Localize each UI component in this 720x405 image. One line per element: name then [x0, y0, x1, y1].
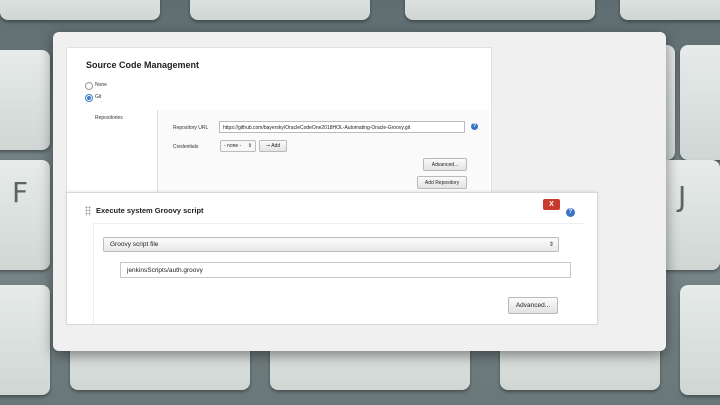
radio-git-label: Git	[95, 94, 102, 100]
key-icon: ⊸	[265, 143, 271, 149]
credentials-select[interactable]: - none - ⇕	[220, 140, 256, 152]
keyboard-key	[405, 0, 595, 20]
credentials-label: Credentials	[173, 144, 199, 150]
credentials-value: - none -	[224, 143, 242, 149]
keyboard-key	[190, 0, 370, 20]
select-arrow-icon: ⇕	[548, 242, 554, 248]
keyboard-key	[0, 0, 160, 20]
keyboard-key	[680, 285, 720, 395]
scm-panel: Source Code Management None Git Reposito…	[66, 47, 492, 193]
groovy-source-select[interactable]: Groovy script file ⇕	[103, 237, 559, 252]
groovy-step-title: Execute system Groovy script	[96, 206, 204, 215]
repo-url-label: Repository URL	[173, 125, 209, 131]
repositories-label: Repositories	[95, 115, 123, 121]
groovy-source-value: Groovy script file	[110, 241, 159, 248]
add-repository-button[interactable]: Add Repository	[417, 176, 467, 189]
drag-handle-icon[interactable]	[85, 206, 91, 216]
radio-none-label: None	[95, 82, 107, 88]
scm-title: Source Code Management	[86, 60, 200, 70]
repo-url-input[interactable]: https://github.com/bayersky/OracleCodeOn…	[219, 121, 465, 133]
help-icon[interactable]: ?	[471, 123, 478, 130]
radio-none[interactable]	[85, 82, 93, 90]
delete-step-button[interactable]: X	[543, 199, 560, 210]
add-credentials-button[interactable]: ⊸ Add	[259, 140, 287, 152]
groovy-script-file-input[interactable]: jenkinsScripts/auth.groovy	[120, 262, 571, 278]
keyboard-key	[0, 50, 50, 150]
keyboard-key	[620, 0, 720, 20]
select-arrow-icon: ⇕	[247, 143, 252, 149]
add-label: Add	[271, 143, 281, 149]
keyboard-key	[680, 45, 720, 160]
keyboard-key	[0, 285, 50, 395]
advanced-button[interactable]: Advanced...	[423, 158, 467, 171]
keyboard-key-f: F	[0, 160, 50, 270]
groovy-advanced-button[interactable]: Advanced...	[508, 297, 558, 314]
radio-git[interactable]	[85, 94, 93, 102]
help-icon[interactable]: ?	[566, 208, 575, 217]
